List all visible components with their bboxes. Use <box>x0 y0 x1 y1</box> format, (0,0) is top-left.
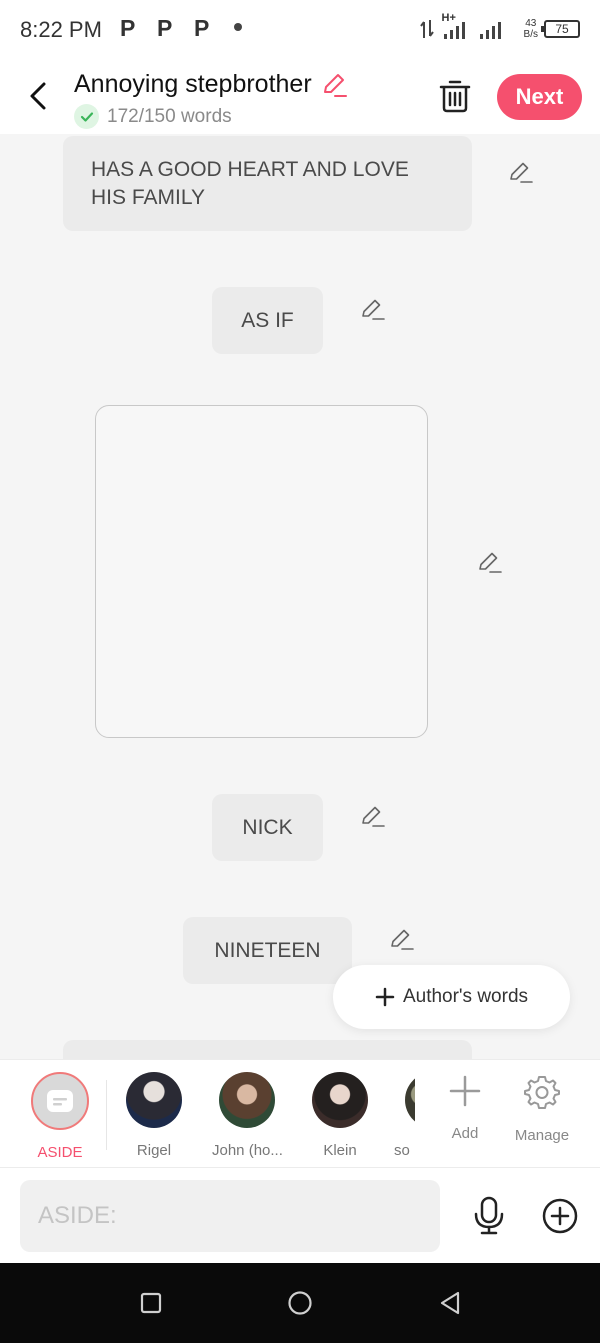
word-count: 172/150 words <box>107 105 232 127</box>
back-button[interactable] <box>22 78 54 114</box>
status-time: 8:22 PM <box>20 17 102 42</box>
character-john[interactable]: John (ho... <box>212 1072 282 1159</box>
chat-bubble-icon <box>47 1090 73 1112</box>
notification-p-icon: P <box>120 15 136 41</box>
delete-button[interactable] <box>438 78 472 114</box>
character-bar: ASIDE Rigel John (ho... Klein so i Add M… <box>0 1059 600 1167</box>
edit-title-icon[interactable] <box>320 71 348 99</box>
aside-avatar <box>31 1072 89 1130</box>
character-klein[interactable]: Klein <box>305 1072 375 1159</box>
message-bubble[interactable]: NICK <box>212 794 323 861</box>
avatar <box>126 1072 182 1128</box>
status-bar: 8:22 PM P P P H+ 43 B/s 75 <box>0 0 600 62</box>
message-bubble[interactable]: NINETEEN <box>183 917 352 984</box>
edit-icon[interactable] <box>360 296 386 322</box>
gear-icon <box>524 1076 560 1109</box>
notification-dot-icon <box>234 23 242 31</box>
character-label: Rigel <box>136 1142 172 1159</box>
manage-characters-button[interactable]: Manage <box>507 1074 577 1144</box>
aside-text-input[interactable] <box>20 1180 440 1252</box>
authors-words-label: Author's words <box>402 986 529 1007</box>
character-label: Klein <box>323 1142 357 1159</box>
title-row: Annoying stepbrother <box>74 70 348 99</box>
character-aside[interactable]: ASIDE <box>25 1072 95 1161</box>
system-navigation-bar <box>0 1263 600 1343</box>
image-message[interactable] <box>95 405 428 738</box>
notification-p-icon: P <box>194 15 210 41</box>
add-label: Add <box>451 1125 479 1142</box>
character-rigel[interactable]: Rigel <box>119 1072 189 1159</box>
plus-icon <box>449 1075 481 1107</box>
edit-icon[interactable] <box>508 159 534 185</box>
character-label: so i <box>394 1142 415 1159</box>
battery-icon: 75 <box>541 20 580 38</box>
data-transfer-icon <box>419 20 434 38</box>
avatar <box>219 1072 275 1128</box>
check-icon <box>74 104 99 129</box>
manage-label: Manage <box>514 1127 570 1144</box>
back-triangle-icon[interactable] <box>436 1289 464 1317</box>
notification-p-icon: P <box>157 15 173 41</box>
network-speed: 43 B/s <box>523 18 538 40</box>
message-bubble[interactable]: HAS A GOOD HEART AND LOVE HIS FAMILY <box>63 136 472 231</box>
authors-words-button[interactable]: Author's words <box>333 965 570 1029</box>
word-count-row: 172/150 words <box>74 104 232 129</box>
network-label: H+ <box>441 12 456 24</box>
divider <box>106 1080 107 1150</box>
character-label: John (ho... <box>212 1142 282 1159</box>
story-title: Annoying stepbrother <box>74 70 312 98</box>
recent-apps-icon[interactable] <box>137 1289 165 1317</box>
avatar <box>312 1072 368 1128</box>
chevron-left-icon <box>30 82 46 110</box>
status-indicators: H+ 43 B/s 75 <box>419 12 580 40</box>
microphone-icon[interactable] <box>472 1196 506 1236</box>
home-icon[interactable] <box>286 1289 314 1317</box>
character-so-i[interactable]: so i <box>385 1072 415 1159</box>
edit-icon[interactable] <box>477 549 503 575</box>
trash-icon <box>439 80 471 113</box>
plus-icon <box>375 987 395 1007</box>
add-character-button[interactable]: Add <box>430 1074 500 1142</box>
character-label: ASIDE <box>37 1144 83 1161</box>
signal-icon: H+ <box>440 12 518 40</box>
avatar <box>405 1072 415 1128</box>
input-bar <box>0 1167 600 1263</box>
edit-icon[interactable] <box>389 926 415 952</box>
add-circle-icon[interactable] <box>541 1197 579 1235</box>
message-bubble[interactable]: AS IF <box>212 287 323 354</box>
edit-icon[interactable] <box>360 803 386 829</box>
next-button[interactable]: Next <box>497 74 582 120</box>
editor-header: Annoying stepbrother 172/150 words Next <box>0 62 600 134</box>
